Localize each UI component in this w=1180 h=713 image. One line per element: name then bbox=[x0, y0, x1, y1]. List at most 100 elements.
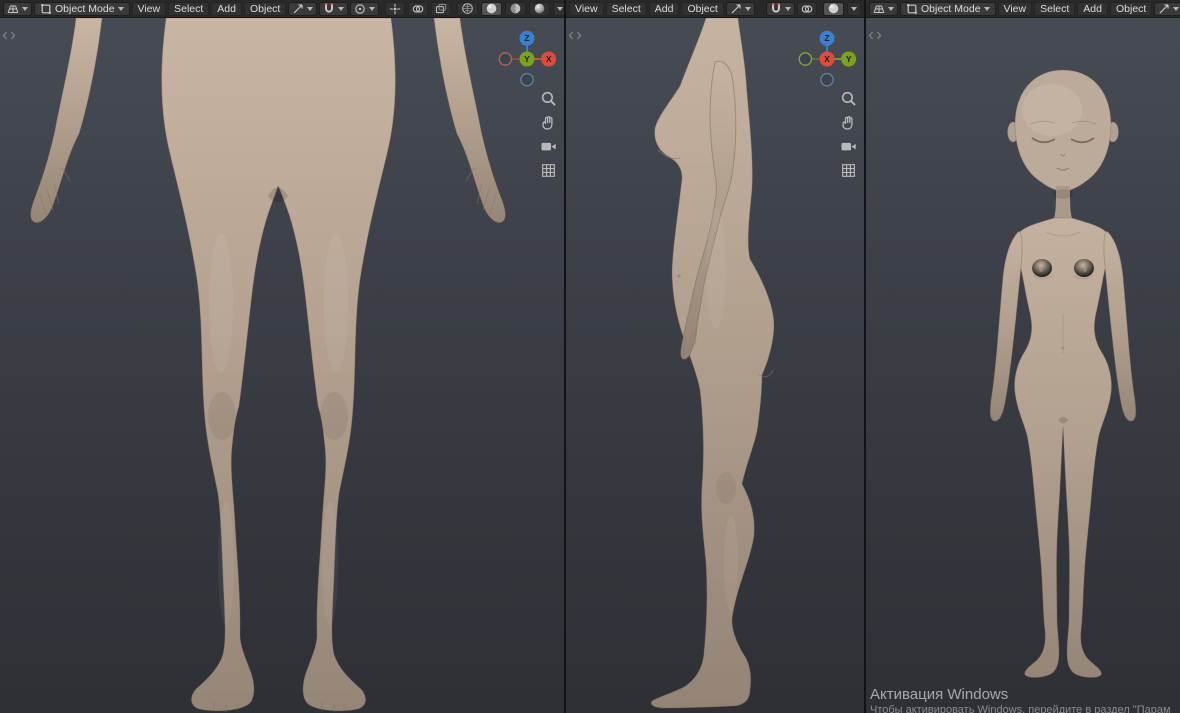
xray-icon bbox=[435, 3, 447, 15]
menu-object[interactable]: Object bbox=[1109, 1, 1153, 16]
rendered-sphere-icon bbox=[533, 2, 546, 15]
camera-icon[interactable] bbox=[840, 138, 857, 155]
viewport-canvas-front-full[interactable]: Активация Windows Чтобы активировать Win… bbox=[866, 18, 1180, 713]
proportional-editing-button[interactable] bbox=[350, 1, 380, 16]
chevron-down-icon bbox=[983, 6, 990, 11]
chevron-down-icon bbox=[22, 6, 28, 11]
menu-select[interactable]: Select bbox=[605, 1, 647, 16]
sidebar-toggle-icon[interactable] bbox=[568, 31, 582, 40]
pan-hand-icon[interactable] bbox=[840, 114, 857, 131]
axis-x-label: X bbox=[824, 54, 830, 64]
viewport-canvas-side[interactable]: Z Y X bbox=[566, 18, 864, 713]
chevron-down-icon bbox=[307, 6, 314, 11]
chevron-down-icon bbox=[744, 6, 751, 11]
pane-side-view: View Select Add Object Z Y X bbox=[566, 0, 864, 713]
show-overlays-button[interactable] bbox=[797, 1, 817, 16]
camera-icon[interactable] bbox=[540, 138, 557, 155]
object-mode-icon bbox=[40, 3, 52, 15]
viewport-tools bbox=[840, 90, 857, 179]
axis-x-label: X bbox=[546, 54, 552, 64]
material-sphere-icon bbox=[509, 2, 522, 15]
shading-solid-button[interactable] bbox=[481, 1, 503, 16]
pane-front-full-view: Object Mode View Select Add Object Актив… bbox=[866, 0, 1180, 713]
overlays-icon bbox=[801, 3, 813, 15]
mode-select-button[interactable]: Object Mode bbox=[900, 1, 996, 16]
overlay-group bbox=[384, 1, 452, 16]
model-front-lower-body[interactable] bbox=[0, 18, 564, 713]
menu-view[interactable]: View bbox=[131, 1, 167, 16]
menu-object[interactable]: Object bbox=[243, 1, 287, 16]
pan-hand-icon[interactable] bbox=[540, 114, 557, 131]
viewport-editor-icon bbox=[873, 3, 885, 15]
menu-add[interactable]: Add bbox=[211, 1, 242, 16]
grid-icon[interactable] bbox=[840, 162, 857, 179]
axis-y-label: Y bbox=[846, 54, 852, 64]
object-mode-icon bbox=[906, 3, 918, 15]
shading-options-button[interactable] bbox=[847, 1, 861, 16]
chevron-down-icon bbox=[785, 6, 791, 11]
chevron-down-icon bbox=[1173, 6, 1180, 11]
chevron-down-icon bbox=[117, 6, 124, 11]
transform-orientation-button[interactable] bbox=[725, 1, 755, 16]
shading-wireframe-button[interactable] bbox=[457, 1, 479, 16]
shading-material-button[interactable] bbox=[505, 1, 527, 16]
xray-toggle-button[interactable] bbox=[431, 1, 452, 16]
axis-z-label: Z bbox=[524, 33, 529, 43]
viewport-header-3: Object Mode View Select Add Object bbox=[866, 0, 1180, 18]
menu-add[interactable]: Add bbox=[1077, 1, 1108, 16]
viewport-canvas-front[interactable]: Z X Y bbox=[0, 18, 564, 713]
menu-select[interactable]: Select bbox=[168, 1, 210, 16]
navigation-gizmo[interactable]: Z X Y bbox=[495, 27, 559, 91]
shading-options-button[interactable] bbox=[553, 1, 564, 16]
editor-type-button[interactable] bbox=[3, 1, 32, 16]
shading-solid-button[interactable] bbox=[823, 1, 844, 16]
gizmo-overlay-icon bbox=[389, 3, 401, 15]
menu-object[interactable]: Object bbox=[681, 1, 724, 16]
menu-select[interactable]: Select bbox=[1034, 1, 1076, 16]
transform-orientation-icon bbox=[292, 3, 304, 15]
model-side-full-body[interactable] bbox=[566, 18, 864, 713]
chevron-down-icon bbox=[338, 6, 345, 11]
model-front-full-body[interactable] bbox=[866, 18, 1180, 713]
show-overlays-button[interactable] bbox=[408, 1, 429, 16]
overlays-icon bbox=[412, 3, 424, 15]
mode-select-button[interactable]: Object Mode bbox=[34, 1, 130, 16]
chevron-down-icon bbox=[369, 6, 376, 11]
shading-group bbox=[456, 1, 564, 16]
viewport-header-2: View Select Add Object bbox=[566, 0, 864, 18]
snap-button[interactable] bbox=[319, 1, 349, 16]
transform-orientation-icon bbox=[730, 3, 742, 15]
menu-view[interactable]: View bbox=[569, 1, 604, 16]
editor-type-button[interactable] bbox=[869, 1, 898, 16]
viewport-header-1: Object Mode View Select Add Object bbox=[0, 0, 564, 18]
blender-window: Object Mode View Select Add Object Z X Y… bbox=[0, 0, 1180, 713]
snap-button[interactable] bbox=[766, 1, 795, 16]
magnet-icon bbox=[770, 3, 782, 15]
transform-orientation-icon bbox=[1158, 3, 1170, 15]
menu-view[interactable]: View bbox=[997, 1, 1033, 16]
grid-icon[interactable] bbox=[540, 162, 557, 179]
show-gizmo-button[interactable] bbox=[385, 1, 406, 16]
sidebar-toggle-icon[interactable] bbox=[868, 31, 882, 40]
solid-sphere-icon bbox=[485, 2, 498, 15]
zoom-icon[interactable] bbox=[540, 90, 557, 107]
shading-rendered-button[interactable] bbox=[529, 1, 551, 16]
transform-orientation-button[interactable] bbox=[288, 1, 318, 16]
mode-label: Object Mode bbox=[55, 2, 115, 15]
axis-z-label: Z bbox=[824, 33, 829, 43]
pane-front-view: Object Mode View Select Add Object Z X Y bbox=[0, 0, 564, 713]
solid-sphere-icon bbox=[827, 2, 840, 15]
chevron-down-icon bbox=[888, 6, 894, 11]
axis-y-label: Y bbox=[524, 54, 530, 64]
viewport-tools bbox=[540, 90, 557, 179]
transform-orientation-button[interactable] bbox=[1154, 1, 1180, 16]
zoom-icon[interactable] bbox=[840, 90, 857, 107]
chevron-down-icon bbox=[557, 6, 564, 11]
proportional-editing-icon bbox=[354, 3, 366, 15]
chevron-down-icon bbox=[851, 6, 857, 11]
menu-add[interactable]: Add bbox=[648, 1, 680, 16]
wireframe-sphere-icon bbox=[461, 2, 474, 15]
shading-group bbox=[822, 1, 862, 16]
sidebar-toggle-icon[interactable] bbox=[2, 31, 16, 40]
navigation-gizmo[interactable]: Z Y X bbox=[795, 27, 859, 91]
